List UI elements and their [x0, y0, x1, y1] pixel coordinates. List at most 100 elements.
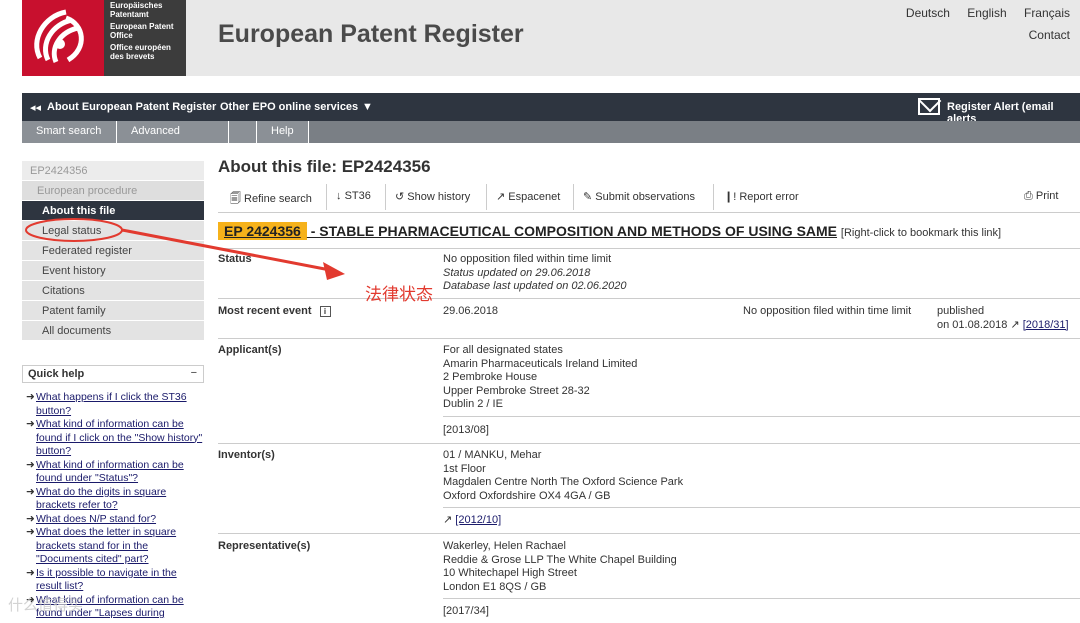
header: Europäisches Patentamt European Patent O… [0, 0, 1080, 76]
report-error-button[interactable]: ❙! Report error [724, 190, 799, 203]
applicant-value: For all designated states Amarin Pharmac… [443, 344, 637, 412]
epo-logo-mark [22, 0, 104, 76]
quick-help-link[interactable]: What kind of information can be found if… [36, 418, 204, 459]
st36-button[interactable]: ↓ ST36 [336, 190, 371, 202]
quick-help-link[interactable]: What do the digits in square brackets re… [36, 486, 204, 513]
lang-francais[interactable]: Français [1024, 6, 1070, 20]
sidebar-item-legal-status[interactable]: Legal status [22, 221, 204, 241]
tab-advanced-search[interactable]: Advanced search [117, 121, 229, 157]
representative-label: Representative(s) [218, 540, 311, 552]
sub-divider [443, 416, 1080, 417]
sidebar-european-procedure[interactable]: European procedure [22, 181, 204, 201]
event-date: 29.06.2018 [443, 305, 499, 317]
annotation-arrowhead [323, 262, 345, 280]
most-recent-event-label: Most recent event i [218, 305, 331, 317]
bulletin-ref-link[interactable]: [2018/31] [1023, 319, 1069, 331]
sub-divider [443, 598, 1080, 599]
inventor-line: 1st Floor [443, 462, 486, 475]
applicant-label: Applicant(s) [218, 344, 282, 356]
about-register-link[interactable]: About European Patent Register [47, 101, 216, 113]
other-services-menu[interactable]: Other EPO online services [220, 101, 358, 113]
list-item: ➜ What does the letter in square brackets… [22, 526, 204, 567]
epo-logo[interactable]: Europäisches Patentamt European Patent O… [22, 0, 186, 76]
info-icon[interactable]: i [319, 305, 331, 317]
applicant-line: For all designated states [443, 344, 563, 356]
toolbar-divider [573, 184, 574, 210]
quick-help-title: Quick help [28, 368, 85, 380]
representative-ref: [2017/34] [443, 605, 489, 617]
tab-help[interactable]: Help [257, 121, 309, 143]
submit-observations-button[interactable]: ✎ Submit observations [583, 190, 695, 203]
sidebar-item-patent-family[interactable]: Patent family [22, 301, 204, 321]
representative-line: 10 Whitechapel High Street [443, 567, 577, 579]
representative-value: Wakerley, Helen Rachael Reddie & Grose L… [443, 540, 677, 594]
bookmark-hint[interactable]: [Right-click to bookmark this link] [841, 227, 1001, 239]
applicant-line: 2 Pembroke House [443, 371, 538, 383]
inventor-line: Magdalen Centre North The Oxford Science… [443, 476, 684, 488]
list-item: ➜ Is it possible to navigate in the resul… [22, 567, 204, 594]
section-divider [218, 533, 1080, 534]
espacenet-label: Espacenet [508, 191, 561, 203]
top-navigation: ◂◂ About European Patent Register Other … [22, 93, 1080, 125]
quick-help-panel: Quick help − ➜ What happens if I click th… [22, 365, 204, 621]
toolbar-divider [385, 184, 386, 210]
download-icon: ↓ [336, 190, 345, 202]
applicant-line: Upper Pembroke Street 28-32 [443, 384, 590, 397]
section-divider [218, 248, 1080, 249]
sidebar-item-about-this-file[interactable]: About this file [22, 201, 204, 221]
collapse-icon[interactable]: − [191, 365, 197, 382]
sidebar-item-event-history[interactable]: Event history [22, 261, 204, 281]
representative-line: London E1 8QS / GB [443, 580, 547, 593]
status-text: No opposition filed within time limit [443, 253, 612, 265]
search-tabs: Smart search Advanced search Help [22, 121, 1080, 157]
quick-help-link[interactable]: What does the letter in square brackets … [36, 526, 204, 567]
refine-search-button[interactable]: 🗐 Refine search [230, 190, 312, 209]
status-updated: Status updated on 29.06.2018 [443, 266, 591, 279]
patent-title[interactable]: - STABLE PHARMACEUTICAL COMPOSITION AND … [307, 223, 837, 239]
sidebar-file-id[interactable]: EP2424356 [22, 161, 204, 181]
quick-help-header[interactable]: Quick help − [22, 365, 204, 383]
printer-icon: ⎙ [1024, 190, 1036, 202]
st36-label: ST36 [344, 190, 371, 202]
quick-help-link[interactable]: Is it possible to navigate in the result… [36, 567, 204, 594]
tab-spacer [229, 121, 257, 143]
status-label: Status [218, 253, 252, 265]
section-divider [218, 443, 1080, 444]
show-history-label: Show history [407, 191, 471, 203]
quick-help-link[interactable]: What happens if I click the ST36 button? [36, 391, 204, 418]
back-arrow-icon: ◂◂ [30, 102, 42, 114]
refine-icon: 🗐 [230, 193, 245, 205]
logo-line-fr: Office européen des brevets [110, 43, 171, 61]
print-button[interactable]: ⎙ Print [1024, 190, 1058, 203]
lang-english[interactable]: English [967, 6, 1006, 20]
tab-smart-search[interactable]: Smart search [22, 121, 117, 143]
arrow-right-icon: ➜ [26, 512, 35, 525]
site-title: European Patent Register [218, 20, 524, 48]
section-divider [218, 338, 1080, 339]
most-recent-event-text: Most recent event [218, 305, 312, 317]
toolbar-divider [713, 184, 714, 210]
contact-link[interactable]: Contact [1029, 28, 1070, 42]
sidebar-item-federated-register[interactable]: Federated register [22, 241, 204, 261]
list-item: ➜ What happens if I click the ST36 button… [22, 391, 204, 418]
mail-icon [918, 98, 940, 115]
arrow-right-icon: ➜ [26, 526, 35, 538]
external-link-icon: ↗ [496, 191, 509, 203]
inventor-line: 01 / MANKU, Mehar [443, 449, 542, 461]
inventor-ref-link[interactable]: [2012/10] [455, 514, 501, 526]
page-title: About this file: EP2424356 [218, 157, 431, 176]
chevron-down-icon: ▼ [362, 101, 373, 113]
lang-deutsch[interactable]: Deutsch [906, 6, 950, 20]
inventor-value: 01 / MANKU, Mehar 1st Floor Magdalen Cen… [443, 449, 683, 503]
event-description: No opposition filed within time limit [743, 305, 912, 317]
espacenet-button[interactable]: ↗ Espacenet [496, 190, 560, 203]
sidebar-item-citations[interactable]: Citations [22, 281, 204, 301]
quick-help-link[interactable]: What does N/P stand for? [36, 513, 156, 527]
patent-number-badge[interactable]: EP 2424356 [218, 222, 307, 240]
sidebar-item-all-documents[interactable]: All documents [22, 321, 204, 341]
show-history-button[interactable]: ↺ Show history [395, 190, 470, 203]
inventor-ref-line: ↗ [2012/10] [443, 514, 501, 528]
list-item: ➜ What do the digits in square brackets r… [22, 486, 204, 513]
watermark: 什么值得买 [8, 596, 84, 614]
quick-help-link[interactable]: What kind of information can be found un… [36, 459, 204, 486]
